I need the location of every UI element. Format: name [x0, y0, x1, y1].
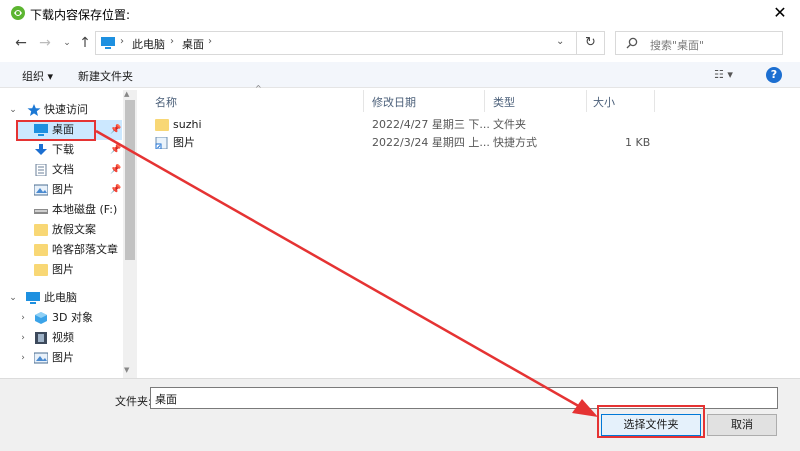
- address-bar[interactable]: › 此电脑 › 桌面 › ⌄: [95, 31, 577, 55]
- sidebar-item-label: 快速访问: [44, 103, 88, 116]
- pictures-icon: [34, 184, 48, 196]
- breadcrumb-desktop[interactable]: 桌面: [182, 36, 204, 52]
- column-header-type[interactable]: 类型: [493, 94, 515, 110]
- command-bar: 组织 ▾ 新建文件夹 ☷ ▾ ?: [0, 62, 800, 88]
- folder-icon: [34, 264, 48, 276]
- column-divider[interactable]: [363, 90, 364, 112]
- help-icon[interactable]: ?: [766, 67, 782, 83]
- sidebar-scrollbar-thumb[interactable]: [125, 100, 135, 260]
- column-divider[interactable]: [484, 90, 485, 112]
- window-title: 下载内容保存位置:: [30, 8, 131, 22]
- scroll-up-icon[interactable]: ▲: [124, 90, 129, 98]
- search-input[interactable]: 搜索"桌面": [615, 31, 783, 55]
- up-button[interactable]: ↑: [76, 34, 94, 52]
- file-type: 文件夹: [493, 118, 526, 131]
- sidebar-item-label: 下载: [52, 143, 74, 156]
- scroll-down-icon[interactable]: ▼: [124, 366, 129, 374]
- annotation-highlight-select-button: [597, 405, 705, 438]
- file-row[interactable]: 图片 2022/3/24 星期四 上... 快捷方式 1 KB: [147, 134, 657, 152]
- sidebar-item-local-disk-f[interactable]: 本地磁盘 (F:): [0, 200, 122, 220]
- file-date: 2022/4/27 星期三 下...: [372, 118, 490, 131]
- sidebar-item-downloads[interactable]: 下载 📌: [0, 140, 122, 160]
- sidebar-item-label: 放假文案: [52, 223, 96, 236]
- pin-icon: 📌: [110, 145, 122, 155]
- address-dropdown-button[interactable]: ⌄: [556, 36, 564, 47]
- column-header-size[interactable]: 大小: [593, 94, 615, 110]
- column-divider[interactable]: [586, 90, 587, 112]
- sidebar-item-label: 图片: [52, 183, 74, 196]
- chevron-right-icon[interactable]: ›: [18, 348, 28, 368]
- organize-button[interactable]: 组织 ▾: [22, 68, 53, 84]
- sidebar-item-this-pc[interactable]: ⌄ 此电脑: [0, 288, 122, 308]
- chevron-right-icon[interactable]: ›: [18, 328, 28, 348]
- column-divider[interactable]: [654, 90, 655, 112]
- sidebar-item-quick-access[interactable]: ⌄ 快速访问: [0, 100, 122, 120]
- sidebar-item-label: 哈客部落文章: [52, 243, 118, 256]
- file-name: 图片: [173, 136, 195, 149]
- sidebar-item-haker-articles[interactable]: 哈客部落文章: [0, 240, 122, 260]
- column-header-date[interactable]: 修改日期: [372, 94, 416, 110]
- sidebar-item-3d-objects[interactable]: › 3D 对象: [0, 308, 122, 328]
- title-bar: 下载内容保存位置: ✕: [0, 0, 800, 28]
- computer-icon: [26, 292, 40, 304]
- sidebar-item-label: 视频: [52, 331, 74, 344]
- cancel-button[interactable]: 取消: [707, 414, 777, 436]
- drive-icon: [34, 209, 48, 214]
- search-icon: [626, 37, 638, 49]
- annotation-highlight-desktop: [16, 120, 96, 141]
- file-row[interactable]: suzhi 2022/4/27 星期三 下... 文件夹: [147, 116, 657, 134]
- breadcrumb-separator[interactable]: ›: [120, 36, 124, 47]
- refresh-button[interactable]: ↻: [577, 31, 605, 55]
- recent-locations-button[interactable]: ⌄: [58, 34, 76, 52]
- star-icon: [27, 104, 41, 116]
- new-folder-button[interactable]: 新建文件夹: [78, 68, 133, 84]
- sidebar-item-pictures-folder[interactable]: 图片: [0, 260, 122, 280]
- file-list-header: 名称 修改日期 类型 大小: [147, 90, 657, 112]
- close-button[interactable]: ✕: [768, 2, 792, 24]
- file-size: 1 KB: [625, 136, 651, 149]
- search-placeholder: 搜索"桌面": [650, 39, 705, 52]
- sidebar-item-label: 本地磁盘 (F:): [52, 203, 118, 216]
- file-name: suzhi: [173, 118, 202, 131]
- sidebar-item-label: 图片: [52, 351, 74, 364]
- sidebar-item-label: 此电脑: [44, 291, 77, 304]
- file-date: 2022/3/24 星期四 上...: [372, 136, 490, 149]
- 3d-objects-icon: [35, 312, 47, 324]
- chevron-right-icon[interactable]: ›: [18, 308, 28, 328]
- pin-icon: 📌: [110, 125, 122, 135]
- file-type: 快捷方式: [493, 136, 537, 149]
- computer-icon: [101, 37, 115, 49]
- back-button[interactable]: ←: [12, 34, 30, 52]
- sidebar-item-videos[interactable]: › 视频: [0, 328, 122, 348]
- column-header-name[interactable]: 名称: [155, 94, 177, 110]
- shortcut-icon: [155, 137, 168, 149]
- breadcrumb-this-pc[interactable]: 此电脑: [132, 36, 165, 52]
- breadcrumb-separator[interactable]: ›: [208, 36, 212, 47]
- sidebar-item-holiday-copy[interactable]: 放假文案: [0, 220, 122, 240]
- pin-icon: 📌: [110, 165, 122, 175]
- folder-label: 文件夹:: [115, 395, 152, 408]
- folder-icon: [155, 119, 169, 131]
- chevron-down-icon[interactable]: ⌄: [8, 100, 18, 120]
- pictures-icon: [34, 352, 48, 364]
- forward-button[interactable]: →: [36, 34, 54, 52]
- view-options-button[interactable]: ☷ ▾: [714, 68, 733, 81]
- folder-icon: [34, 244, 48, 256]
- download-icon: [35, 144, 47, 155]
- pin-icon: 📌: [110, 185, 122, 195]
- chevron-down-icon[interactable]: ⌄: [8, 288, 18, 308]
- sidebar-item-label: 3D 对象: [52, 311, 93, 324]
- sidebar-item-label: 图片: [52, 263, 74, 276]
- video-icon: [35, 332, 47, 344]
- document-icon: [35, 164, 47, 176]
- breadcrumb-separator[interactable]: ›: [170, 36, 174, 47]
- folder-icon: [34, 224, 48, 236]
- sidebar-item-label: 文档: [52, 163, 74, 176]
- sidebar-item-pictures[interactable]: 图片 📌: [0, 180, 122, 200]
- sidebar-item-pc-pictures[interactable]: › 图片: [0, 348, 122, 368]
- sidebar-item-documents[interactable]: 文档 📌: [0, 160, 122, 180]
- browser-logo-icon: [11, 6, 25, 20]
